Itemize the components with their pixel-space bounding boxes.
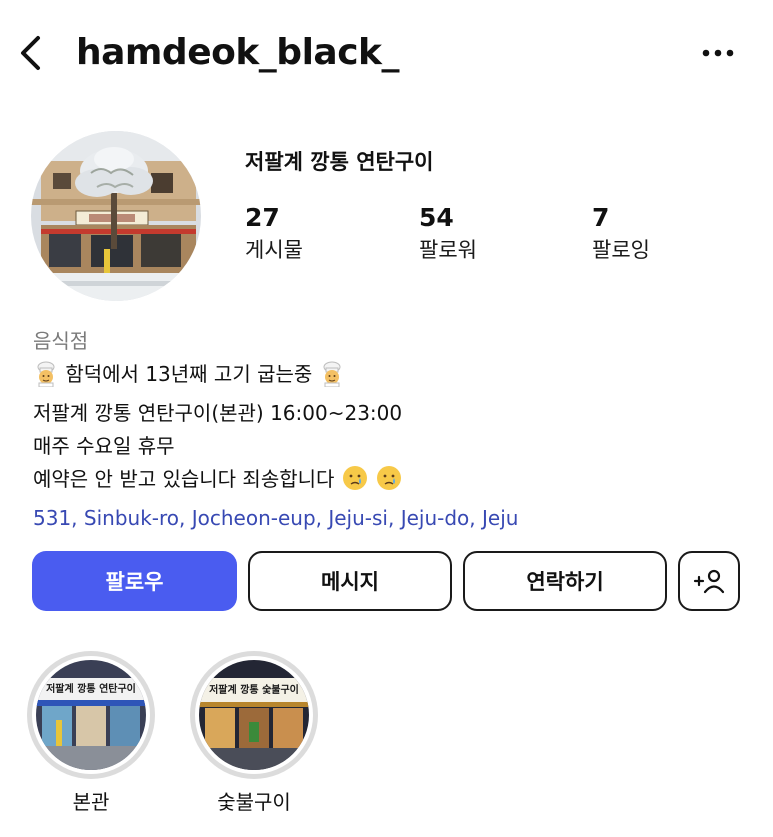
highlight-charcoal-grill-sign: 저팔계 깡통 숯불구이 — [209, 685, 299, 696]
stat-posts-count: 27 — [245, 203, 280, 232]
highlight-charcoal-grill[interactable]: 저팔계 깡통 숯불구이 — [190, 651, 318, 779]
stat-posts-label: 게시물 — [245, 238, 303, 262]
bio-line-1: 함덕에서 13년째 고기 굽는중 — [33, 358, 753, 397]
highlight-main-hall[interactable]: 저팔계 깡통 연탄구이 — [27, 651, 155, 779]
back-button[interactable] — [14, 30, 48, 76]
stat-following-label: 팔로잉 — [592, 238, 650, 262]
avatar-storefront-photo — [31, 131, 201, 301]
stat-followers[interactable]: 54 팔로워 — [419, 202, 477, 266]
stat-following[interactable]: 7 팔로잉 — [592, 202, 650, 266]
bio-line-4-text: 예약은 안 받고 있습니다 죄송합니다 — [33, 467, 335, 491]
crying-face-icon-2 — [375, 464, 403, 502]
message-button[interactable]: 메시지 — [248, 551, 452, 611]
stat-posts[interactable]: 27 게시물 — [245, 202, 303, 266]
cook-emoji-icon — [33, 361, 59, 397]
display-name: 저팔계 깡통 연탄구이 — [245, 150, 434, 174]
bio-category: 음식점 — [33, 329, 89, 353]
more-options-button[interactable] — [698, 36, 738, 70]
chevron-left-icon — [21, 36, 40, 70]
bio-line-2: 저팔계 깡통 연탄구이(본관) 16:00~23:00 — [33, 401, 403, 425]
highlight-main-hall-sign: 저팔계 깡통 연탄구이 — [46, 684, 136, 695]
cook-emoji-icon-2 — [319, 361, 345, 397]
follow-button[interactable]: 팔로우 — [32, 551, 237, 611]
contact-button[interactable]: 연락하기 — [463, 551, 667, 611]
stat-following-count: 7 — [592, 203, 610, 232]
profile-username: hamdeok_black_ — [76, 32, 399, 73]
bio-line-1-text: 함덕에서 13년째 고기 굽는중 — [65, 362, 313, 386]
more-horizontal-icon — [702, 49, 734, 57]
highlight-charcoal-grill-image: 저팔계 깡통 숯불구이 — [199, 660, 309, 770]
bio-line-4: 예약은 안 받고 있습니다 죄송합니다 — [33, 463, 753, 502]
add-user-button[interactable] — [678, 551, 740, 611]
crying-face-icon — [341, 464, 369, 502]
bio-address-link[interactable]: 531, Sinbuk-ro, Jocheon-eup, Jeju-si, Je… — [33, 502, 753, 535]
highlight-main-hall-image: 저팔계 깡통 연탄구이 — [36, 660, 146, 770]
stat-followers-count: 54 — [419, 203, 454, 232]
add-person-icon — [693, 569, 725, 594]
bio-line-3: 매주 수요일 휴무 — [33, 434, 175, 458]
stat-followers-label: 팔로워 — [419, 238, 477, 262]
highlight-main-hall-label: 본관 — [72, 790, 110, 814]
profile-avatar[interactable] — [31, 131, 201, 301]
highlight-charcoal-grill-label: 숯불구이 — [217, 790, 291, 814]
profile-bio: 음식점 함덕에서 13년째 고기 굽는중 저팔계 깡통 연탄구이(본관) 16:… — [33, 325, 753, 535]
